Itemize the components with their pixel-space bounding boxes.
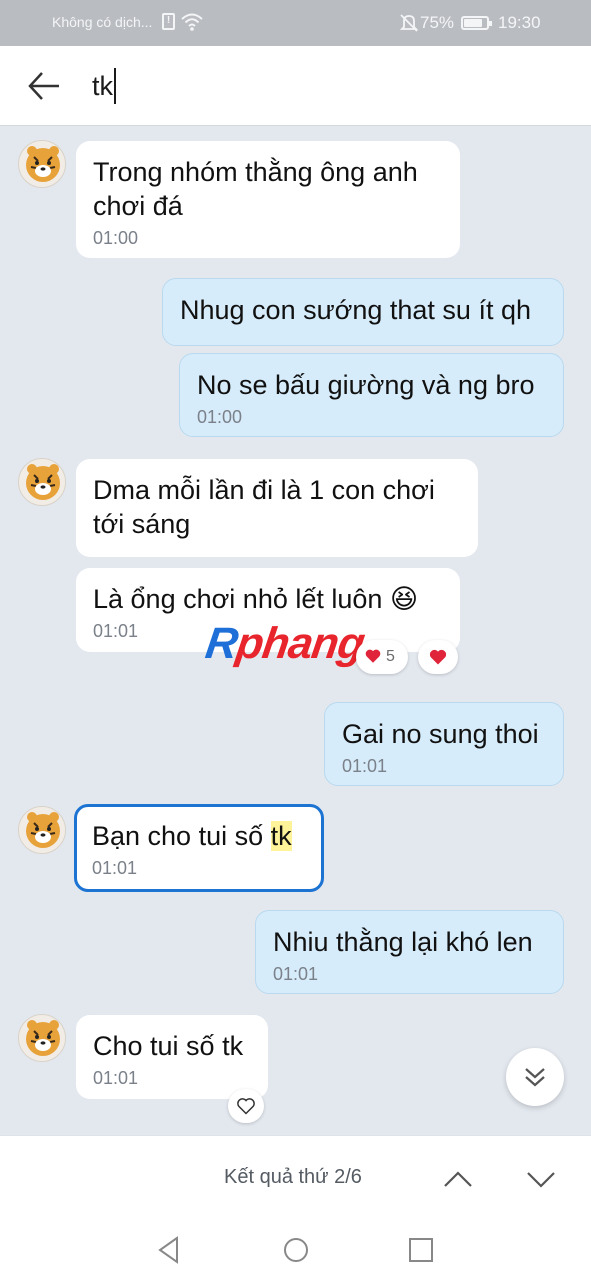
message-bubble-outgoing[interactable]: No se bấu giường và ng bro 01:00	[179, 353, 564, 437]
message-bubble-outgoing[interactable]: Nhug con sướng that su ít qh	[162, 278, 564, 346]
previous-result-chevron-up-icon[interactable]	[440, 1164, 476, 1194]
message-bubble-selected-result[interactable]: Bạn cho tui số tk 01:01	[74, 804, 324, 892]
nav-recents-icon[interactable]	[404, 1233, 438, 1267]
next-result-chevron-down-icon[interactable]	[523, 1164, 559, 1194]
message-time: 01:01	[92, 858, 138, 878]
message-text: Bạn cho tui số	[92, 821, 271, 851]
heart-outline-icon	[237, 1098, 255, 1115]
search-header: tk	[0, 46, 591, 126]
message-bubble-incoming[interactable]: Trong nhóm thằng ông anh chơi đá 01:00	[76, 141, 460, 258]
wifi-icon	[181, 13, 203, 31]
avatar[interactable]	[18, 140, 66, 188]
message-bubble-outgoing[interactable]: Gai no sung thoi 01:01	[324, 702, 564, 786]
message-time: 01:01	[342, 756, 388, 776]
scroll-to-bottom-button[interactable]	[506, 1048, 564, 1106]
search-result-bar: Kết quả thứ 2/6	[0, 1135, 591, 1220]
chat-messages[interactable]: Trong nhóm thằng ông anh chơi đá 01:00 N…	[0, 127, 591, 1135]
result-counter: Kết quả thứ 2/6	[224, 1166, 362, 1188]
message-time: 01:00	[93, 228, 139, 248]
message-time: 01:01	[273, 964, 319, 984]
message-text: Cho tui số tk	[93, 1031, 244, 1061]
heart-icon	[365, 649, 381, 663]
battery-icon	[461, 16, 492, 30]
tiger-avatar-icon	[26, 146, 60, 182]
battery-percent: 75%	[420, 13, 455, 32]
message-text: Là ổng chơi nhỏ lết luôn	[93, 584, 383, 614]
message-bubble-incoming[interactable]: Dma mỗi lần đi là 1 con chơi tới sáng	[76, 459, 478, 557]
back-arrow-icon[interactable]	[26, 70, 62, 102]
heart-icon	[429, 649, 447, 665]
reaction-count: 5	[386, 648, 395, 665]
message-text: Dma mỗi lần đi là 1 con chơi tới sáng	[93, 475, 435, 539]
double-chevron-down-icon	[525, 1068, 545, 1087]
search-highlight: tk	[270, 821, 292, 851]
tiger-avatar-icon	[26, 464, 60, 500]
message-text: Nhiu thằng lại khó len	[273, 927, 533, 957]
tiger-avatar-icon	[26, 812, 60, 848]
message-bubble-outgoing[interactable]: Nhiu thằng lại khó len 01:01	[255, 910, 564, 994]
reaction-summary[interactable]: 5	[356, 640, 408, 674]
laughing-emoji: 😆	[389, 584, 419, 614]
status-clock: 19:30	[498, 13, 541, 32]
message-text: Gai no sung thoi	[342, 719, 539, 749]
message-bubble-incoming[interactable]: Cho tui số tk 01:01	[76, 1015, 268, 1099]
message-text: No se bấu giường và ng bro	[197, 370, 535, 400]
search-input[interactable]: tk	[92, 68, 117, 104]
nav-home-icon[interactable]	[279, 1233, 313, 1267]
status-bar: Không có dịch... ! 75% 19:30	[0, 0, 591, 46]
carrier-label: Không có dịch...	[52, 14, 153, 30]
message-time: 01:01	[93, 1068, 139, 1088]
tiger-avatar-icon	[26, 1020, 60, 1056]
sim-icon: !	[162, 13, 175, 30]
avatar[interactable]	[18, 1014, 66, 1062]
avatar[interactable]	[18, 806, 66, 854]
react-button[interactable]	[228, 1089, 264, 1123]
avatar[interactable]	[18, 458, 66, 506]
message-text: Trong nhóm thằng ông anh chơi đá	[93, 157, 418, 221]
watermark-part2: phang	[233, 619, 368, 668]
system-navigation-bar	[0, 1220, 591, 1280]
watermark-logo: Rphang	[202, 619, 368, 669]
react-heart-button[interactable]	[418, 640, 458, 674]
message-text: Nhug con sướng that su ít qh	[180, 295, 531, 325]
mute-icon	[400, 14, 418, 32]
nav-back-icon[interactable]	[152, 1233, 186, 1267]
message-time: 01:00	[197, 407, 243, 427]
